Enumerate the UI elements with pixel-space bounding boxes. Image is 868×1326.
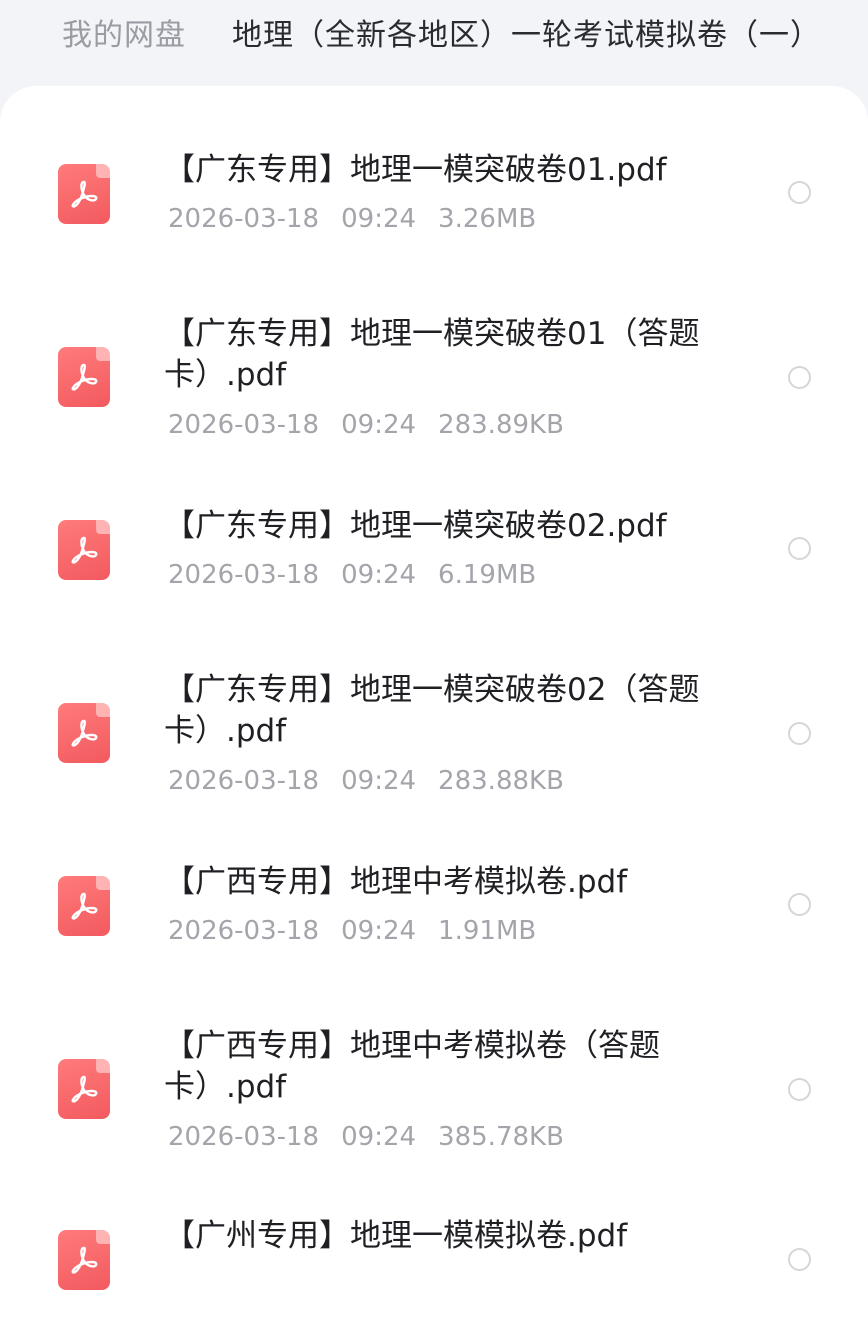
file-name: 【广西专用】地理中考模拟卷.pdf [164, 864, 628, 900]
pdf-icon [58, 1230, 110, 1290]
file-size: 1.91MB [438, 916, 537, 946]
file-list: 【广东专用】地理一模突破卷01.pdf 2026-03-18 09:24 3.26M… [0, 86, 868, 1326]
file-meta: 2026-03-18 09:24 283.88KB [168, 766, 586, 796]
file-date: 2026-03-18 [168, 766, 320, 796]
file-meta: 2026-03-18 09:24 1.91MB [168, 916, 558, 946]
pdf-icon [58, 164, 110, 224]
select-radio[interactable] [788, 722, 811, 745]
file-size: 6.19MB [438, 560, 537, 590]
select-radio[interactable] [788, 1248, 811, 1271]
breadcrumb-current: 地理（全新各地区）一轮考试模拟卷（一） [232, 18, 821, 53]
file-size: 283.88KB [438, 766, 564, 796]
pdf-icon [58, 520, 110, 580]
select-radio[interactable] [788, 366, 811, 389]
file-date: 2026-03-18 [168, 410, 320, 440]
pdf-icon [58, 876, 110, 936]
select-radio[interactable] [788, 893, 811, 916]
file-meta: 2026-03-18 09:24 283.89KB [168, 410, 586, 440]
file-size: 385.78KB [438, 1122, 564, 1152]
file-name: 【广东专用】地理一模突破卷01.pdf [164, 152, 667, 188]
file-size: 283.89KB [438, 410, 564, 440]
file-date: 2026-03-18 [168, 916, 320, 946]
file-date: 2026-03-18 [168, 560, 320, 590]
file-name: 【广西专用】地理中考模拟卷（答题卡）.pdf [164, 1028, 660, 1105]
file-name: 【广东专用】地理一模突破卷01（答题卡）.pdf [164, 316, 700, 393]
file-name: 【广东专用】地理一模突破卷02（答题卡）.pdf [164, 672, 700, 749]
file-time: 09:24 [341, 560, 417, 590]
pdf-icon [58, 347, 110, 407]
file-time: 09:24 [341, 916, 417, 946]
pdf-icon [58, 1059, 110, 1119]
breadcrumb-root[interactable]: 我的网盘 [62, 10, 186, 54]
file-meta: 2026-03-18 09:24 385.78KB [168, 1122, 586, 1152]
select-radio[interactable] [788, 537, 811, 560]
file-date: 2026-03-18 [168, 1122, 320, 1152]
select-radio[interactable] [788, 1078, 811, 1101]
file-name: 【广州专用】地理一模模拟卷.pdf [164, 1218, 628, 1254]
file-size: 3.26MB [438, 204, 537, 234]
file-meta: 2026-03-18 09:24 3.26MB [168, 204, 558, 234]
file-name: 【广东专用】地理一模突破卷02.pdf [164, 508, 667, 544]
file-date: 2026-03-18 [168, 204, 320, 234]
pdf-icon [58, 703, 110, 763]
breadcrumb: 我的网盘 地理（全新各地区）一轮考试模拟卷（一） [0, 0, 868, 82]
file-time: 09:24 [341, 204, 417, 234]
file-time: 09:24 [341, 410, 417, 440]
file-time: 09:24 [341, 766, 417, 796]
select-radio[interactable] [788, 181, 811, 204]
file-meta: 2026-03-18 09:24 6.19MB [168, 560, 558, 590]
file-time: 09:24 [341, 1122, 417, 1152]
